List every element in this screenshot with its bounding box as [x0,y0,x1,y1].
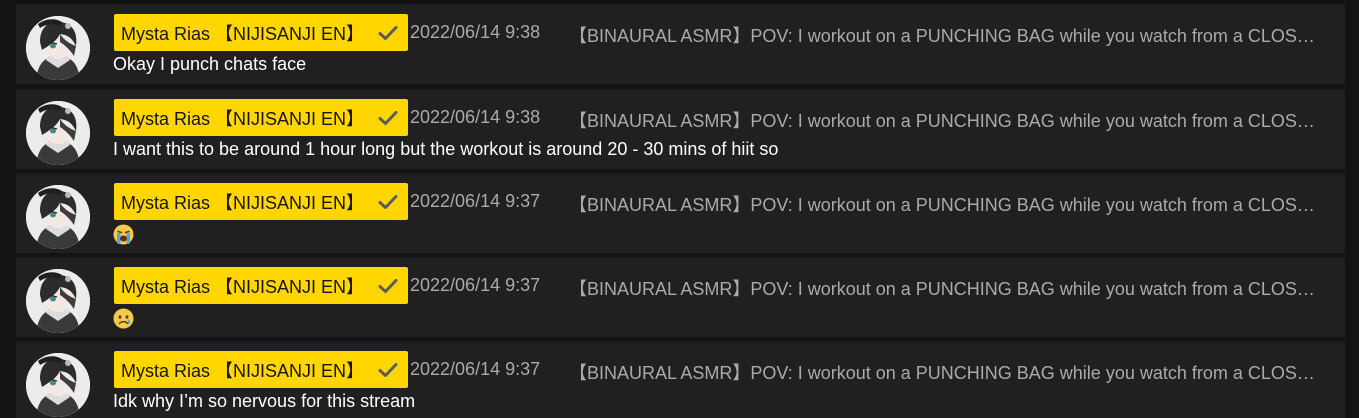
chat-log-app: Mysta Rias 【NIJISANJI EN】 2022/06/14 9:3… [0,0,1359,418]
chat-message-row[interactable]: Mysta Rias 【NIJISANJI EN】 2022/06/14 9:3… [16,4,1345,84]
message-text-content: Okay I punch chats face [113,54,307,74]
avatar[interactable] [26,353,90,417]
checkmark-icon [378,194,398,210]
message-list: Mysta Rias 【NIJISANJI EN】 2022/06/14 9:3… [16,0,1345,418]
author-badge[interactable]: Mysta Rias 【NIJISANJI EN】 [114,351,409,388]
author-name: Mysta Rias 【NIJISANJI EN】 [121,23,365,44]
author-badge[interactable]: Mysta Rias 【NIJISANJI EN】 [114,99,409,136]
author-name: Mysta Rias 【NIJISANJI EN】 [121,360,365,381]
chat-message-row[interactable]: Mysta Rias 【NIJISANJI EN】 2022/06/14 9:3… [16,89,1345,169]
avatar[interactable] [26,16,90,80]
checkmark-icon [378,110,398,126]
stream-title-link[interactable]: 【BINAURAL ASMR】POV: I workout on a PUNCH… [569,107,1315,133]
message-text: Idk why I’m so nervous for this stream [113,391,415,412]
avatar[interactable] [26,101,90,165]
message-timestamp[interactable]: 2022/06/14 9:38 [410,107,540,128]
checkmark-icon [378,25,398,41]
stream-title-link[interactable]: 【BINAURAL ASMR】POV: I workout on a PUNCH… [569,359,1315,385]
message-timestamp[interactable]: 2022/06/14 9:38 [410,22,540,43]
checkmark-icon [378,278,398,294]
author-badge[interactable]: Mysta Rias 【NIJISANJI EN】 [114,267,409,304]
message-timestamp[interactable]: 2022/06/14 9:37 [410,191,540,212]
message-text [113,307,134,329]
message-text-content: I want this to be around 1 hour long but… [113,139,779,159]
checkmark-icon [378,362,398,378]
message-text: Okay I punch chats face [113,54,306,75]
chat-message-row[interactable]: Mysta Rias 【NIJISANJI EN】 2022/06/14 9:3… [16,257,1345,337]
stream-title-link[interactable]: 【BINAURAL ASMR】POV: I workout on a PUNCH… [569,22,1315,48]
chat-message-row[interactable]: Mysta Rias 【NIJISANJI EN】 2022/06/14 9:3… [16,173,1345,253]
stream-title-link[interactable]: 【BINAURAL ASMR】POV: I workout on a PUNCH… [569,191,1315,217]
avatar[interactable] [26,269,90,333]
message-text-content: Idk why I’m so nervous for this stream [113,391,416,411]
stream-title-link[interactable]: 【BINAURAL ASMR】POV: I workout on a PUNCH… [569,275,1315,301]
loudly-crying-face-emoji-icon [113,224,134,245]
author-name: Mysta Rias 【NIJISANJI EN】 [121,108,365,129]
message-timestamp[interactable]: 2022/06/14 9:37 [410,275,540,296]
chat-message-row[interactable]: Mysta Rias 【NIJISANJI EN】 2022/06/14 9:3… [16,341,1345,418]
message-text [113,223,134,245]
avatar[interactable] [26,185,90,249]
message-text: I want this to be around 1 hour long but… [113,139,778,160]
author-name: Mysta Rias 【NIJISANJI EN】 [121,276,365,297]
sad-tear-face-emoji-icon [113,308,134,329]
author-badge[interactable]: Mysta Rias 【NIJISANJI EN】 [114,183,409,220]
author-badge[interactable]: Mysta Rias 【NIJISANJI EN】 [114,14,409,51]
author-name: Mysta Rias 【NIJISANJI EN】 [121,192,365,213]
message-timestamp[interactable]: 2022/06/14 9:37 [410,359,540,380]
